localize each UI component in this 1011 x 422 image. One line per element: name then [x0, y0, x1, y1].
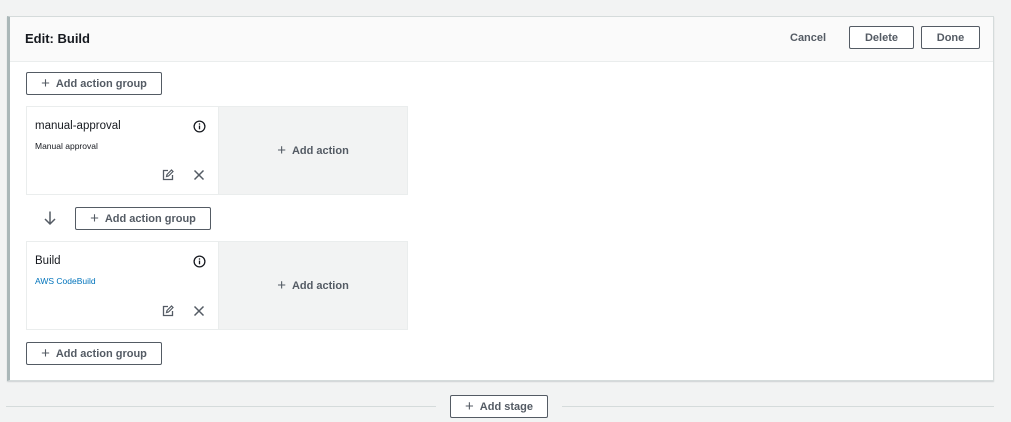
plus-icon: +: [41, 345, 50, 362]
info-icon[interactable]: [193, 120, 206, 133]
add-action-group-button-top[interactable]: + Add action group: [26, 72, 162, 95]
action-card-manual-approval[interactable]: manual-approval Manual approval: [27, 107, 218, 194]
add-action-group-button-middle[interactable]: + Add action group: [75, 207, 211, 230]
plus-icon: +: [90, 210, 99, 227]
action-card-build[interactable]: Build AWS CodeBuild: [27, 242, 218, 329]
action-name: manual-approval: [35, 120, 121, 132]
panel-title: Edit: Build: [25, 31, 90, 46]
add-stage-label: Add stage: [479, 400, 533, 413]
plus-icon: +: [277, 142, 286, 159]
close-icon[interactable]: [193, 169, 205, 181]
edit-icon[interactable]: [162, 305, 174, 317]
add-action-group-label: Add action group: [55, 77, 147, 90]
plus-icon: +: [277, 277, 286, 294]
cancel-button[interactable]: Cancel: [790, 32, 826, 44]
action-group-1: manual-approval Manual approval + Add ac…: [26, 106, 408, 195]
add-action-group-label: Add action group: [104, 212, 196, 225]
delete-button[interactable]: Delete: [849, 26, 914, 49]
plus-icon: +: [465, 398, 474, 415]
add-action-button-1[interactable]: + Add action: [218, 107, 407, 194]
add-action-button-2[interactable]: + Add action: [218, 242, 407, 329]
stage-edit-panel: Edit: Build Cancel Delete Done + Add act…: [7, 16, 994, 381]
plus-icon: +: [41, 75, 50, 92]
info-icon[interactable]: [193, 255, 206, 268]
close-icon[interactable]: [193, 305, 205, 317]
done-button[interactable]: Done: [921, 26, 980, 49]
action-provider-link[interactable]: AWS CodeBuild: [35, 276, 96, 286]
action-provider: Manual approval: [35, 141, 98, 151]
stage-divider-right: [562, 406, 994, 407]
stage-divider-left: [6, 406, 436, 407]
arrow-down-icon: [44, 211, 56, 226]
add-stage-button[interactable]: + Add stage: [450, 395, 548, 418]
panel-header: Edit: Build Cancel Delete Done: [10, 17, 993, 62]
action-name: Build: [35, 255, 61, 267]
edit-icon[interactable]: [162, 169, 174, 181]
add-action-group-button-bottom[interactable]: + Add action group: [26, 342, 162, 365]
add-action-label: Add action: [291, 144, 349, 157]
add-action-group-label: Add action group: [55, 347, 147, 360]
action-group-2: Build AWS CodeBuild + Add action: [26, 241, 408, 330]
add-action-label: Add action: [291, 279, 349, 292]
